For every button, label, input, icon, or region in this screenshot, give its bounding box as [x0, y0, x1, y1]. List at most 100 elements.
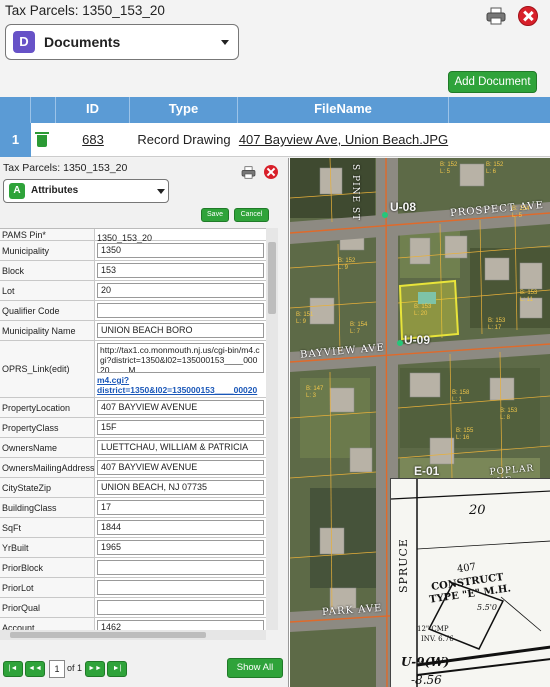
tax-map-lot-number: 20 — [469, 503, 486, 518]
attribute-value-cell: http://tax1.co.monmouth.nj.us/cgi-bin/m4… — [95, 341, 266, 397]
attribute-input[interactable]: 153 — [97, 263, 264, 278]
tax-map-image[interactable]: 20 SPRUCE 407 CONSTRUCT TYPE "E" M.H. 5.… — [390, 478, 550, 687]
zone-label: U-08 — [390, 200, 417, 214]
attribute-label: OPRS_Link(edit) — [0, 341, 95, 397]
show-all-button[interactable]: Show All — [227, 658, 283, 678]
print-icon[interactable] — [241, 166, 256, 179]
close-icon[interactable] — [518, 6, 538, 26]
attribute-label: Municipality Name — [0, 321, 95, 340]
last-page-button[interactable]: ►| — [107, 661, 127, 677]
lot-label: B: 158 L: 1 — [452, 390, 470, 403]
attribute-value-cell: 1462 — [95, 618, 266, 630]
lot-label: B: 153 L: 20 — [414, 304, 432, 317]
tax-map-street: SPRUCE — [397, 538, 410, 593]
header-id[interactable]: ID — [56, 97, 130, 123]
prev-page-button[interactable]: ◄◄ — [25, 661, 45, 677]
lot-label: B: 154 L: 7 — [350, 322, 368, 335]
attribute-label: PropertyLocation — [0, 398, 95, 417]
attribute-input[interactable]: 1462 — [97, 620, 264, 630]
lot-label: B: 153 L: 17 — [488, 318, 506, 331]
attribute-row: OwnersName LUETTCHAU, WILLIAM & PATRICIA — [0, 438, 266, 458]
attribute-row: PropertyLocation 407 BAYVIEW AVENUE — [0, 398, 266, 418]
attribute-input[interactable]: UNION BEACH BORO — [97, 323, 264, 338]
attribute-value-cell: 407 BAYVIEW AVENUE — [95, 458, 266, 477]
attribute-row: SqFt 1844 — [0, 518, 266, 538]
attribute-row: Block 153 — [0, 261, 266, 281]
next-page-button[interactable]: ►► — [85, 661, 105, 677]
lot-label: B: 153 L: 11 — [520, 290, 538, 303]
attribute-input[interactable]: 15F — [97, 420, 264, 435]
attribute-input[interactable]: 20 — [97, 283, 264, 298]
print-icon[interactable] — [486, 7, 506, 25]
attribute-input[interactable]: UNION BEACH, NJ 07735 — [97, 480, 264, 495]
map-view[interactable]: PROSPECT AVE BAYVIEW AVE PARK AVE S PINE… — [290, 158, 550, 687]
attribute-input[interactable]: 407 BAYVIEW AVENUE — [97, 400, 264, 415]
attribute-input[interactable]: LUETTCHAU, WILLIAM & PATRICIA — [97, 440, 264, 455]
attribute-value-cell — [95, 301, 266, 320]
attribute-input[interactable] — [97, 580, 264, 595]
chevron-down-icon — [221, 40, 229, 45]
tax-map-zone: U-9(W) — [401, 655, 450, 669]
attribute-row: Account 1462 — [0, 618, 266, 630]
header-filename[interactable]: FileName — [238, 97, 449, 123]
lot-label: B: 155 L: 16 — [456, 428, 474, 441]
attributes-badge-icon: A — [9, 183, 25, 199]
row-number: 1 — [0, 123, 31, 157]
attribute-input[interactable]: 1350 — [97, 243, 264, 258]
page-number-input[interactable]: 1 — [49, 660, 65, 678]
documents-table-header: ID Type FileName — [0, 97, 550, 123]
tax-map-cmp: 12" CMP — [417, 625, 449, 633]
attribute-row: OwnersMailingAddress 407 BAYVIEW AVENUE — [0, 458, 266, 478]
attribute-label: OwnersMailingAddress — [0, 458, 95, 477]
attributes-panel: Tax Parcels: 1350_153_20 A Attributes Sa… — [0, 158, 289, 687]
attribute-input[interactable]: 1965 — [97, 540, 264, 555]
scroll-thumb[interactable] — [268, 242, 276, 314]
table-row[interactable]: 1 683 Record Drawing 407 Bayview Ave, Un… — [0, 123, 550, 157]
attribute-label: PAMS Pin* — [0, 229, 95, 240]
horizontal-scrollbar[interactable] — [0, 630, 266, 640]
tax-map-elevation: -8.56 — [411, 673, 442, 687]
document-id-link[interactable]: 683 — [56, 123, 130, 157]
attribute-row: YrBuilt 1965 — [0, 538, 266, 558]
oprs-link-input[interactable]: http://tax1.co.monmouth.nj.us/cgi-bin/m4… — [97, 343, 264, 373]
attribute-label: Block — [0, 261, 95, 280]
attributes-select[interactable]: A Attributes — [3, 179, 169, 203]
documents-panel: Tax Parcels: 1350_153_20 D Documents Add… — [0, 0, 550, 160]
attribute-row: PriorBlock — [0, 558, 266, 578]
attribute-row: Municipality Name UNION BEACH BORO — [0, 321, 266, 341]
lot-label: B: 152 L: 6 — [486, 162, 504, 175]
cancel-button[interactable]: Cancel — [234, 208, 269, 222]
header-type[interactable]: Type — [130, 97, 238, 123]
trash-icon[interactable] — [35, 132, 49, 147]
attributes-select-label: Attributes — [31, 185, 79, 196]
lot-label: B: 147 L: 3 — [306, 386, 324, 399]
attribute-input[interactable] — [97, 303, 264, 318]
close-icon[interactable] — [264, 165, 278, 179]
attribute-label: PropertyClass — [0, 418, 95, 437]
attribute-row: OPRS_Link(edit) http://tax1.co.monmouth.n… — [0, 341, 266, 398]
attribute-row: CityStateZip UNION BEACH, NJ 07735 — [0, 478, 266, 498]
attribute-value-cell: 20 — [95, 281, 266, 300]
save-button[interactable]: Save — [201, 208, 229, 222]
attribute-input[interactable]: 1844 — [97, 520, 264, 535]
attribute-label: SqFt — [0, 518, 95, 537]
scroll-thumb[interactable] — [10, 632, 206, 638]
attribute-input[interactable]: 17 — [97, 500, 264, 515]
attribute-label: PriorLot — [0, 578, 95, 597]
oprs-link[interactable]: m4.cgi? district=1350&l02=135000153____0… — [97, 375, 264, 395]
attribute-input[interactable] — [97, 560, 264, 575]
attribute-value-cell — [95, 578, 266, 597]
zone-label: U-09 — [404, 333, 431, 347]
attribute-input[interactable]: 407 BAYVIEW AVENUE — [97, 460, 264, 475]
attribute-input[interactable] — [97, 600, 264, 615]
attribute-row: BuildingClass 17 — [0, 498, 266, 518]
vertical-scrollbar[interactable] — [266, 228, 278, 630]
attribute-row: Municipality 1350 — [0, 241, 266, 261]
layer-select[interactable]: D Documents — [5, 24, 239, 60]
document-filename-link[interactable]: 407 Bayview Ave, Union Beach.JPG — [238, 123, 449, 157]
first-page-button[interactable]: |◄ — [3, 661, 23, 677]
attributes-title: Tax Parcels: 1350_153_20 — [3, 162, 128, 174]
attribute-value-cell: UNION BEACH, NJ 07735 — [95, 478, 266, 497]
attribute-value-cell — [95, 598, 266, 617]
add-document-button[interactable]: Add Document — [448, 71, 537, 93]
